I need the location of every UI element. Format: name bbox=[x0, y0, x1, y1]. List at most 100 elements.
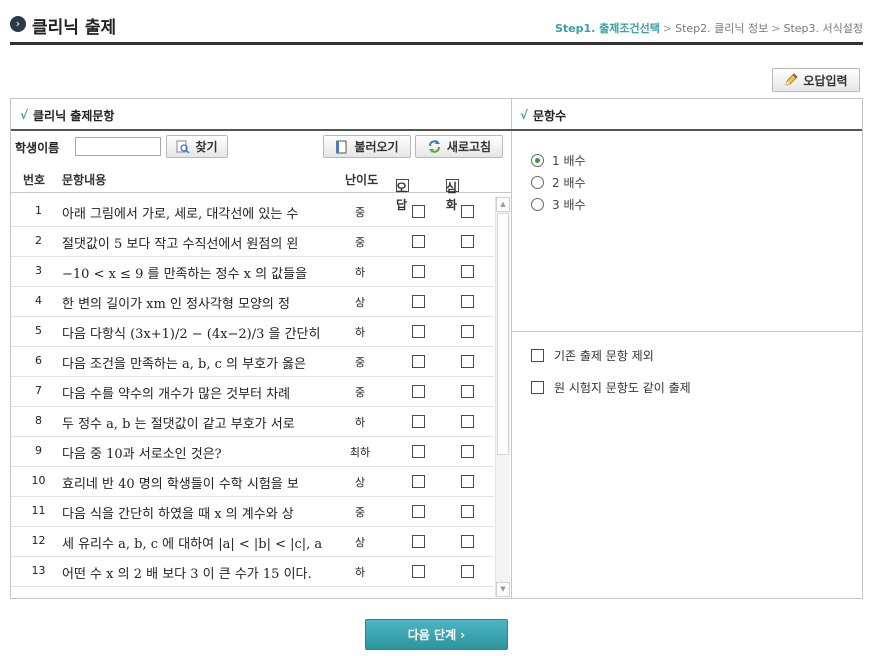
deep-checkbox[interactable] bbox=[461, 325, 474, 338]
column-level: 난이도 bbox=[345, 173, 379, 187]
row-number: 7 bbox=[35, 384, 42, 397]
deep-checkbox[interactable] bbox=[461, 565, 474, 578]
option-item[interactable]: 원 시험지 문항도 같이 출제 bbox=[531, 371, 691, 403]
row-level: 최하 bbox=[349, 446, 371, 459]
wrong-checkbox[interactable] bbox=[412, 535, 425, 548]
page-title: 클리닉 출제 bbox=[32, 18, 117, 38]
left-panel-title: 클리닉 출제문항 bbox=[33, 109, 115, 123]
refresh-icon bbox=[428, 140, 440, 153]
table-row[interactable]: 8 두 정수 a, b 는 절댓값이 같고 부호가 서로 하 bbox=[11, 407, 494, 437]
option-item[interactable]: 기존 출제 문항 제외 bbox=[531, 339, 691, 371]
scrollbar[interactable]: ▲ ▼ bbox=[495, 197, 510, 597]
table-row[interactable]: 13 어떤 수 x 의 2 배 보다 3 이 큰 수가 15 이다. 하 bbox=[11, 557, 494, 587]
wrong-checkbox[interactable] bbox=[412, 565, 425, 578]
row-content[interactable]: −10 < x ≤ 9 를 만족하는 정수 x 의 값들을 bbox=[62, 263, 324, 282]
deep-checkbox[interactable] bbox=[461, 355, 474, 368]
row-content[interactable]: 다음 중 10과 서로소인 것은? bbox=[62, 443, 324, 462]
table-row[interactable]: 11 다음 식을 간단히 하였을 때 x 의 계수와 상 중 bbox=[11, 497, 494, 527]
question-list: 1 아래 그림에서 가로, 세로, 대각선에 있는 수중 2 절댓값이 5 보다 작고… bbox=[11, 197, 494, 597]
radio-label: 1 배수 bbox=[552, 153, 586, 168]
refresh-button[interactable]: 새로고침 bbox=[415, 135, 503, 158]
deep-checkbox[interactable] bbox=[461, 385, 474, 398]
next-step-button[interactable]: 다음 단계 › bbox=[365, 619, 508, 650]
column-content: 문항내용 bbox=[62, 173, 107, 187]
refresh-label: 새로고침 bbox=[446, 140, 492, 154]
wrong-checkbox[interactable] bbox=[412, 385, 425, 398]
table-row[interactable]: 3 −10 < x ≤ 9 를 만족하는 정수 x 의 값들을 하 bbox=[11, 257, 494, 287]
table-row[interactable]: 5 다음 다항식 (3x+1)/2 − (4x−2)/3 을 간단히 하였 하 bbox=[11, 317, 494, 347]
row-number: 8 bbox=[35, 414, 42, 427]
row-content[interactable]: 두 정수 a, b 는 절댓값이 같고 부호가 서로 bbox=[62, 413, 324, 432]
row-level: 중 bbox=[354, 386, 366, 399]
wrong-checkbox[interactable] bbox=[412, 445, 425, 458]
radio-button[interactable] bbox=[531, 153, 544, 167]
deep-checkbox[interactable] bbox=[461, 535, 474, 548]
row-content[interactable]: 절댓값이 5 보다 작고 수직선에서 원점의 왼 bbox=[62, 233, 324, 252]
deep-checkbox[interactable] bbox=[461, 235, 474, 248]
deep-checkbox[interactable] bbox=[461, 205, 474, 218]
student-name-label: 학생이름 bbox=[15, 141, 60, 155]
row-number: 9 bbox=[35, 444, 42, 457]
row-content[interactable]: 세 유리수 a, b, c 에 대하여 |a| < |b| < |c|, a× bbox=[62, 533, 324, 552]
document-icon bbox=[336, 140, 347, 153]
scroll-thumb[interactable] bbox=[497, 213, 509, 455]
scroll-down-arrow-icon[interactable]: ▼ bbox=[496, 582, 510, 597]
scroll-up-arrow-icon[interactable]: ▲ bbox=[496, 197, 510, 212]
row-number: 3 bbox=[35, 264, 42, 277]
row-number: 1 bbox=[35, 204, 42, 217]
wrong-checkbox[interactable] bbox=[412, 205, 425, 218]
wrong-checkbox[interactable] bbox=[412, 415, 425, 428]
row-content[interactable]: 다음 다항식 (3x+1)/2 − (4x−2)/3 을 간단히 하였 bbox=[62, 323, 324, 342]
radio-option[interactable]: 1 배수 bbox=[531, 149, 586, 171]
table-row[interactable]: 10 효리네 반 40 명의 학생들이 수학 시험을 보 상 bbox=[11, 467, 494, 497]
row-content[interactable]: 아래 그림에서 가로, 세로, 대각선에 있는 수 bbox=[62, 203, 324, 222]
table-row[interactable]: 9 다음 중 10과 서로소인 것은? 최하 bbox=[11, 437, 494, 467]
right-panel-title: 문항수 bbox=[533, 109, 567, 123]
row-level: 하 bbox=[354, 266, 366, 279]
row-number: 13 bbox=[31, 564, 46, 577]
wrong-answer-label: 오답입력 bbox=[803, 73, 848, 88]
table-row[interactable]: 4 한 변의 길이가 xm 인 정사각형 모양의 정 상 bbox=[11, 287, 494, 317]
table-row[interactable]: 6 다음 조건을 만족하는 a, b, c 의 부호가 옳은 중 bbox=[11, 347, 494, 377]
load-button[interactable]: 불러오기 bbox=[323, 135, 411, 158]
row-level: 하 bbox=[354, 416, 366, 429]
step-breadcrumb: Step1. 출제조건선택 > Step2. 클리닉 정보 > Step3. 서식설정 bbox=[555, 20, 863, 36]
deep-checkbox[interactable] bbox=[461, 415, 474, 428]
wrong-answer-button[interactable]: 오답입력 bbox=[772, 68, 860, 92]
row-content[interactable]: 한 변의 길이가 xm 인 정사각형 모양의 정 bbox=[62, 293, 324, 312]
deep-checkbox[interactable] bbox=[461, 475, 474, 488]
deep-checkbox[interactable] bbox=[461, 265, 474, 278]
table-row[interactable]: 1 아래 그림에서 가로, 세로, 대각선에 있는 수 중 bbox=[11, 197, 494, 227]
row-content[interactable]: 효리네 반 40 명의 학생들이 수학 시험을 보 bbox=[62, 473, 324, 492]
row-content[interactable]: 다음 조건을 만족하는 a, b, c 의 부호가 옳은 bbox=[62, 353, 324, 372]
row-number: 2 bbox=[35, 234, 42, 247]
wrong-checkbox[interactable] bbox=[412, 265, 425, 278]
row-content[interactable]: 어떤 수 x 의 2 배 보다 3 이 큰 수가 15 이다. bbox=[62, 563, 324, 582]
right-panel-header: √ 문항수 bbox=[511, 99, 862, 131]
deep-checkbox[interactable] bbox=[461, 445, 474, 458]
find-label: 찾기 bbox=[195, 140, 218, 154]
wrong-checkbox[interactable] bbox=[412, 505, 425, 518]
student-name-input[interactable] bbox=[75, 137, 161, 156]
radio-option[interactable]: 3 배수 bbox=[531, 193, 586, 215]
wrong-checkbox[interactable] bbox=[412, 325, 425, 338]
radio-button[interactable] bbox=[531, 197, 544, 211]
table-row[interactable]: 2 절댓값이 5 보다 작고 수직선에서 원점의 왼 중 bbox=[11, 227, 494, 257]
arrow-circle-icon: › bbox=[10, 16, 26, 32]
row-content[interactable]: 다음 수를 약수의 개수가 많은 것부터 차례 bbox=[62, 383, 324, 402]
clinic-question-panel: √ 클리닉 출제문항 학생이름 찾기 불러오기 새로고침 번호 문항내용 난이도… bbox=[10, 98, 512, 599]
find-button[interactable]: 찾기 bbox=[166, 135, 228, 158]
deep-checkbox[interactable] bbox=[461, 505, 474, 518]
wrong-checkbox[interactable] bbox=[412, 355, 425, 368]
wrong-checkbox[interactable] bbox=[412, 475, 425, 488]
deep-checkbox[interactable] bbox=[461, 295, 474, 308]
option-checkbox[interactable] bbox=[531, 380, 544, 394]
radio-option[interactable]: 2 배수 bbox=[531, 171, 586, 193]
wrong-checkbox[interactable] bbox=[412, 235, 425, 248]
option-checkbox[interactable] bbox=[531, 348, 544, 362]
wrong-checkbox[interactable] bbox=[412, 295, 425, 308]
row-content[interactable]: 다음 식을 간단히 하였을 때 x 의 계수와 상 bbox=[62, 503, 324, 522]
table-row[interactable]: 12 세 유리수 a, b, c 에 대하여 |a| < |b| < |c|, a… bbox=[11, 527, 494, 557]
table-row[interactable]: 7 다음 수를 약수의 개수가 많은 것부터 차례 중 bbox=[11, 377, 494, 407]
radio-button[interactable] bbox=[531, 175, 544, 189]
